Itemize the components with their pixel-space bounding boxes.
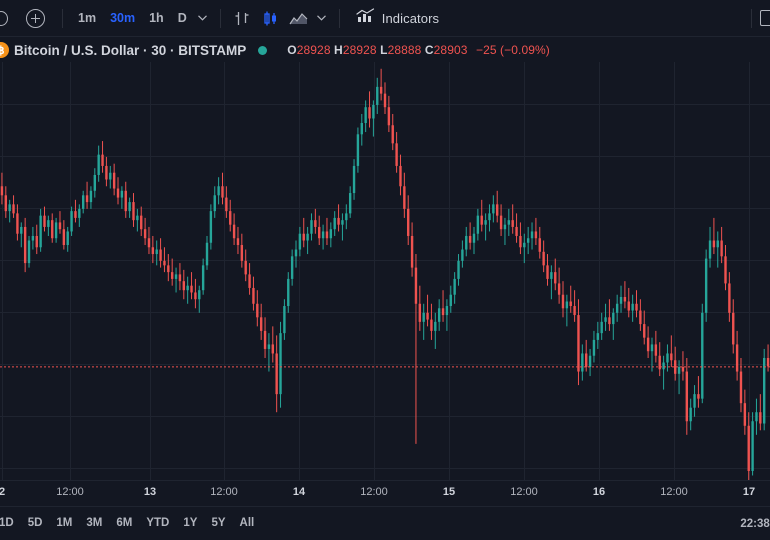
toolbar-divider-1 — [62, 8, 63, 28]
time-tick: 2 — [0, 486, 6, 498]
candle-series — [0, 68, 770, 480]
ohlc-low-key: L — [380, 43, 388, 57]
market-open-dot — [258, 45, 268, 55]
range-button-ytd[interactable]: YTD — [139, 514, 176, 534]
resolution-30m[interactable]: 30m — [103, 8, 142, 29]
candlestick-icon[interactable] — [257, 0, 285, 37]
bitcoin-icon: ฿ — [0, 42, 9, 58]
range-button-5y[interactable]: 5Y — [204, 514, 232, 534]
chart-legend: ฿ Bitcoin / U.S. Dollar · 30 · BITSTAMP … — [0, 40, 550, 60]
time-tick: 12:00 — [660, 486, 688, 498]
chart-type-chevron-down-icon[interactable] — [313, 0, 331, 37]
time-tick: 17 — [742, 486, 756, 498]
toolbar-right-group — [743, 0, 770, 37]
candlestick-plot — [0, 62, 770, 480]
toolbar-divider-4 — [751, 8, 752, 28]
ohlc-open-key: O — [287, 43, 297, 57]
ohlc-high-value: 28928 — [342, 43, 377, 57]
bar-chart-icon[interactable] — [229, 0, 257, 37]
range-button-1m[interactable]: 1M — [49, 514, 79, 534]
chevron-down-icon[interactable] — [194, 0, 212, 37]
range-button-6m[interactable]: 6M — [109, 514, 139, 534]
resolution-1h[interactable]: 1h — [142, 8, 171, 29]
symbol-title[interactable]: Bitcoin / U.S. Dollar · 30 · BITSTAMP — [14, 43, 246, 58]
indicators-button[interactable]: Indicators — [348, 0, 447, 37]
area-chart-icon[interactable] — [285, 0, 313, 37]
time-tick: 12:00 — [510, 486, 538, 498]
ohlc-close-key: C — [424, 43, 434, 57]
range-button-5d[interactable]: 5D — [21, 514, 50, 534]
resolution-d[interactable]: D — [171, 8, 194, 29]
resolution-group: 1m 30m 1h D — [71, 0, 212, 37]
range-selector: 1D 5D 1M 3M 6M YTD 1Y 5Y All — [0, 514, 261, 534]
symbol-search-button[interactable] — [0, 0, 8, 37]
clock-label: 22:38:5 — [740, 517, 770, 530]
range-button-1y[interactable]: 1Y — [176, 514, 204, 534]
ohlc-close-value: 28903 — [433, 43, 468, 57]
plus-circle-icon — [25, 8, 45, 28]
grid — [0, 62, 770, 480]
indicators-label: Indicators — [381, 10, 440, 26]
ohlc-open-value: 28928 — [296, 43, 331, 57]
time-tick: 15 — [442, 486, 456, 498]
layout-panel-icon[interactable] — [760, 10, 770, 26]
toolbar-divider-2 — [219, 8, 221, 28]
time-tick: 16 — [592, 486, 606, 498]
range-button-all[interactable]: All — [233, 514, 262, 534]
ohlc-high-key: H — [334, 43, 343, 57]
time-tick: 12:00 — [210, 486, 238, 498]
chart-toolbar: 1m 30m 1h D Indicators — [0, 0, 770, 37]
time-axis[interactable]: 2 12:00 13 12:00 14 12:00 15 12:00 16 12:00 17 — [0, 480, 770, 506]
add-symbol-button[interactable] — [16, 0, 54, 37]
time-tick: 12:00 — [360, 486, 388, 498]
ohlc-values: O28928 H28928 L28888 C28903 −25 (−0.09%) — [287, 43, 550, 57]
chart-plot-area[interactable] — [0, 62, 770, 480]
tradingview-chart-window: 1m 30m 1h D Indicators ฿ Bitcoin / U.S. … — [0, 0, 770, 540]
ohlc-change: −25 (−0.09%) — [475, 43, 550, 57]
time-tick: 13 — [143, 486, 157, 498]
range-button-3m[interactable]: 3M — [79, 514, 109, 534]
bottom-bar: 1D5D1M3M6MYTD1Y5YAll 22:38:5 — [0, 506, 770, 540]
resolution-1m[interactable]: 1m — [71, 8, 103, 29]
ohlc-low-value: 28888 — [387, 43, 422, 57]
circle-symbol-icon — [0, 10, 8, 26]
toolbar-divider-3 — [338, 8, 340, 28]
time-tick: 12:00 — [56, 486, 84, 498]
range-button-1d[interactable]: 1D — [0, 514, 21, 534]
indicators-icon — [356, 7, 375, 29]
time-tick: 14 — [292, 486, 306, 498]
